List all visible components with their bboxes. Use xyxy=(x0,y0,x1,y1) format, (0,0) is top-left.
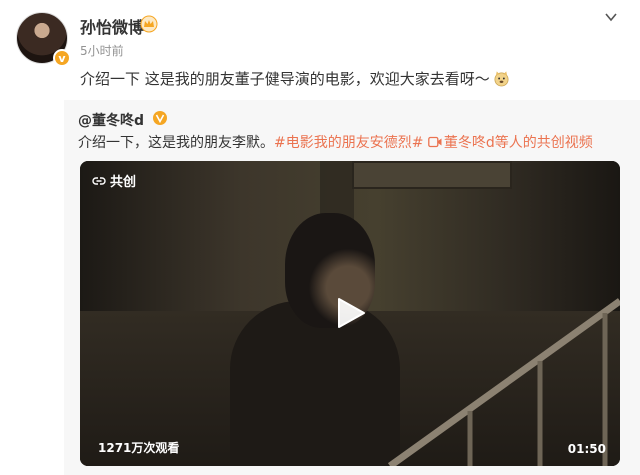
video-duration: 01:50 xyxy=(567,442,606,456)
repost-card[interactable]: @董冬咚d 介绍一下，这是我的朋友李默。#电影我的朋友安德烈# 董冬咚d等人的共… xyxy=(64,100,640,475)
link-icon xyxy=(92,176,106,185)
post-header: v 孙怡微博 5小时前 介绍一下 这是我的朋友董子健导演的电影，欢迎大家去看呀～ xyxy=(0,0,640,100)
post-timestamp[interactable]: 5小时前 xyxy=(80,42,124,59)
co-creation-label: 共创 xyxy=(110,175,137,190)
view-count: 1271万次观看 xyxy=(98,441,180,455)
video-link-label: 董冬咚d等人的共创视频 xyxy=(443,135,593,151)
video-camera-icon xyxy=(428,136,442,148)
post-text-content: 介绍一下 这是我的朋友董子健导演的电影，欢迎大家去看呀～ xyxy=(80,70,490,88)
video-frame-railing xyxy=(387,298,620,466)
original-author-link[interactable]: @董冬咚d xyxy=(78,110,144,130)
verified-badge-icon xyxy=(153,111,167,125)
video-topbar[interactable]: 共创 xyxy=(92,171,136,190)
original-post-text: 介绍一下，这是我的朋友李默。#电影我的朋友安德烈# 董冬咚d等人的共创视频 xyxy=(78,132,593,152)
verified-badge-icon: v xyxy=(53,49,71,67)
avatar[interactable]: v xyxy=(16,12,71,67)
original-text-content: 介绍一下，这是我的朋友李默。 xyxy=(78,135,274,151)
vip-crown-icon[interactable] xyxy=(140,15,158,33)
chevron-down-icon[interactable] xyxy=(604,10,618,24)
play-icon[interactable] xyxy=(333,296,367,330)
video-frame-sign xyxy=(352,161,512,189)
doge-emoji-icon xyxy=(494,71,509,87)
video-player[interactable]: 共创 1271万次观看 01:50 xyxy=(80,161,620,466)
video-link[interactable]: 董冬咚d等人的共创视频 xyxy=(428,135,593,151)
post-text: 介绍一下 这是我的朋友董子健导演的电影，欢迎大家去看呀～ xyxy=(80,68,510,89)
hashtag-link[interactable]: #电影我的朋友安德烈# xyxy=(274,135,423,151)
post-author-name[interactable]: 孙怡微博 xyxy=(80,14,144,38)
